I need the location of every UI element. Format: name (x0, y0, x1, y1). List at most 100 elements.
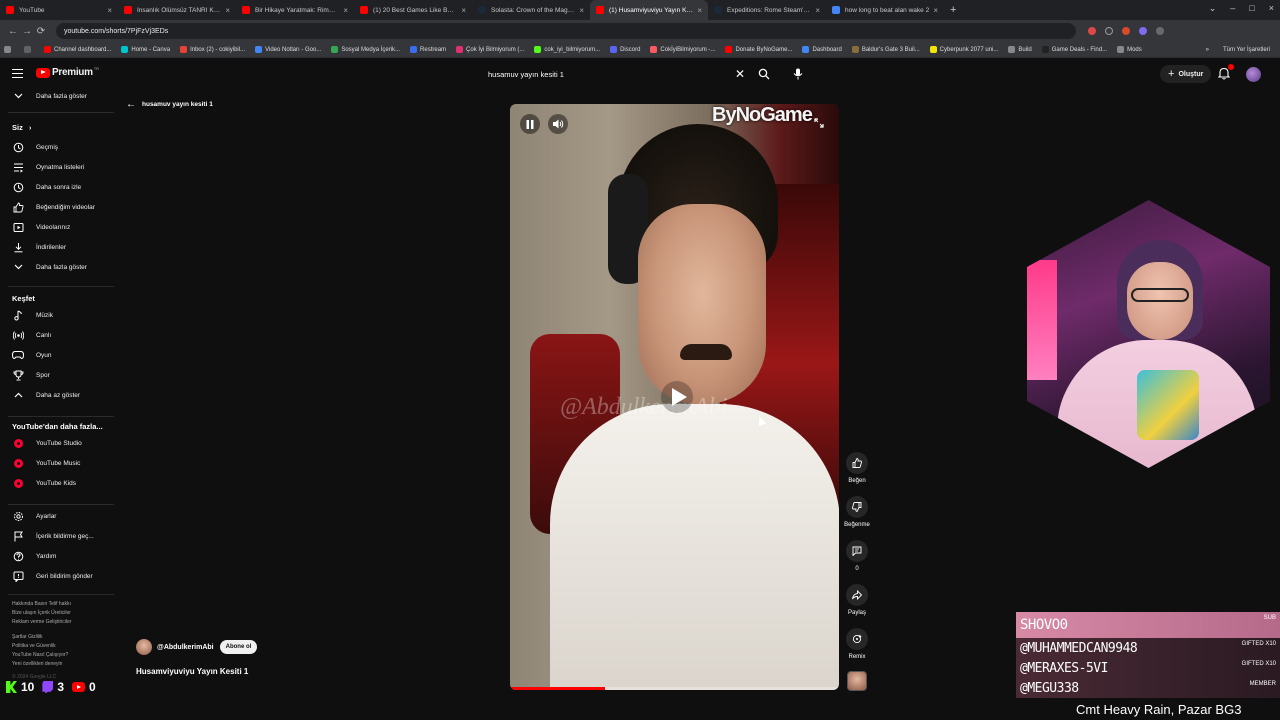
tab-close-icon[interactable]: × (579, 6, 584, 15)
voice-search-button[interactable] (788, 64, 808, 84)
extension-icon[interactable] (1122, 27, 1130, 35)
browser-tab[interactable]: Expeditions: Rome Steam'de % × (708, 0, 826, 20)
subscribe-button[interactable]: Abone ol (219, 640, 258, 654)
extension-icon[interactable] (1105, 27, 1113, 35)
tab-close-icon[interactable]: × (225, 6, 230, 15)
footer-line[interactable]: YouTube Nasıl Çalışıyor? (12, 651, 112, 660)
bookmark-item[interactable]: Cyberpunk 2077 uni... (929, 46, 998, 53)
notifications-button[interactable] (1217, 64, 1234, 85)
tab-search-icon[interactable]: ⌄ (1209, 3, 1217, 14)
new-tab-icon[interactable]: + (950, 4, 956, 16)
pause-button[interactable] (520, 114, 540, 134)
sidebar-item-app-2[interactable]: YouTube Kids (12, 476, 76, 490)
search-input[interactable]: husamuv yayın kesiti 1 (482, 70, 730, 79)
account-avatar[interactable] (1246, 67, 1261, 82)
clear-search-icon[interactable]: ✕ (730, 67, 750, 81)
profile-icon[interactable] (1156, 27, 1164, 35)
search-box[interactable]: husamuv yayın kesiti 1 ✕ (482, 64, 750, 84)
youtube-premium-logo[interactable]: Premium TR (36, 66, 99, 78)
back-to-search-link[interactable]: ← husamuv yayın kesiti 1 (126, 99, 213, 110)
bookmark-item[interactable]: Baldur's Gate 3 Buil... (851, 46, 920, 53)
share-button[interactable]: Paylaş (845, 584, 869, 616)
footer-line[interactable]: Hakkında Basın Telif hakkı (12, 600, 112, 609)
tab-close-icon[interactable]: × (697, 6, 702, 15)
create-button[interactable]: + Oluştur (1160, 65, 1212, 83)
bookmark-item[interactable]: Donate ByNoGame... (725, 46, 792, 53)
bookmark-item[interactable]: Dashboard (802, 46, 842, 53)
bookmarks-more-icon[interactable]: » (1206, 47, 1209, 53)
sound-thumbnail[interactable] (847, 671, 867, 691)
all-bookmarks-link[interactable]: Tüm Yer İşaretleri (1223, 47, 1270, 53)
browser-tab[interactable]: Solasta: Crown of the Magister × (472, 0, 590, 20)
footer-line[interactable]: Şartlar Gizlilik (12, 633, 112, 642)
back-nav-icon[interactable]: ← (6, 26, 20, 37)
browser-tab[interactable]: İnsanlık Ölümsüz TANRI Kralı Ar × (118, 0, 236, 20)
bookmark-item[interactable]: Restream (410, 46, 446, 53)
sidebar-item-like[interactable]: Beğendiğim videolar (12, 200, 95, 214)
bookmark-item[interactable]: Inbox (2) - cokiyibil... (180, 46, 245, 53)
bookmark-item[interactable]: Sosyal Medya İçerik... (331, 46, 400, 53)
search-button[interactable] (754, 64, 774, 84)
sidebar-item-chevron-down[interactable]: Daha fazla göster (12, 260, 87, 274)
bookmark-item[interactable]: Channel dashboard... (44, 46, 111, 53)
footer-line[interactable]: Yeni özellikleri deneyin (12, 660, 112, 669)
url-field[interactable]: youtube.com/shorts/7PjFzVj3EDs (56, 23, 1076, 39)
apps-icon[interactable] (4, 46, 14, 53)
bookmark-item[interactable]: Game Deals - Find... (1041, 46, 1107, 53)
sidebar-item-video[interactable]: Videolarınız (12, 220, 70, 234)
close-window-icon[interactable]: × (1269, 3, 1274, 14)
video-progress-bar[interactable] (510, 687, 839, 690)
channel-name[interactable]: @AbdulkerimAbi (157, 644, 214, 651)
bookmark-item[interactable]: Mods (1117, 46, 1142, 53)
extension-icon[interactable] (1139, 27, 1147, 35)
sidebar-item-gaming[interactable]: Oyun (12, 348, 52, 362)
grid-icon[interactable] (24, 46, 34, 53)
sidebar-item-playlist[interactable]: Oynatma listeleri (12, 160, 84, 174)
extension-icon[interactable] (1088, 27, 1096, 35)
volume-button[interactable] (548, 114, 568, 134)
reload-icon[interactable]: ⟳ (34, 26, 48, 37)
sidebar-item-app-0[interactable]: YouTube Studio (12, 436, 82, 450)
sidebar-item-clock[interactable]: Daha sonra izle (12, 180, 81, 194)
sidebar-item-gear[interactable]: Ayarlar (12, 509, 56, 523)
sidebar-you-heading[interactable]: Siz › (12, 123, 31, 132)
footer-line[interactable]: Reklam verme Geliştiriciler (12, 618, 112, 627)
bookmark-item[interactable]: Home - Canva (121, 46, 170, 53)
footer-line[interactable]: Politika ve Güvenlik (12, 642, 112, 651)
comments-button[interactable]: 0 (845, 540, 869, 572)
menu-icon[interactable] (12, 69, 23, 78)
sidebar-item-live[interactable]: Canlı (12, 328, 51, 342)
sidebar-item-feedback[interactable]: Geri bildirim gönder (12, 569, 93, 583)
remix-button[interactable]: Remix (845, 628, 869, 660)
fullscreen-button[interactable] (812, 116, 826, 130)
bookmark-item[interactable]: cok_iyi_bilmiyorum... (534, 46, 600, 53)
minimize-icon[interactable]: – (1230, 3, 1235, 14)
channel-avatar[interactable] (136, 639, 152, 655)
bookmark-item[interactable]: Build (1008, 46, 1032, 53)
sidebar-item-download[interactable]: İndirilenler (12, 240, 66, 254)
bookmark-item[interactable]: Çok İyi Bilmiyorum (... (456, 46, 524, 53)
dislike-button[interactable]: Beğenme (844, 496, 870, 528)
shorts-video-player[interactable]: ByNoGame @AbdulkerimAbi (510, 104, 839, 690)
sidebar-item-history[interactable]: Geçmiş (12, 140, 58, 154)
browser-tab[interactable]: (1) 20 Best Games Like Baldur's × (354, 0, 472, 20)
sidebar-item-chevron-up[interactable]: Daha az göster (12, 388, 80, 402)
maximize-icon[interactable]: □ (1249, 3, 1254, 14)
tab-close-icon[interactable]: × (933, 6, 938, 15)
browser-tab[interactable]: how long to beat alan wake 2 × (826, 0, 944, 20)
bookmark-item[interactable]: Video Notları - Goo... (255, 46, 321, 53)
like-button[interactable]: Beğen (845, 452, 869, 484)
forward-nav-icon[interactable]: → (20, 26, 34, 37)
browser-tab[interactable]: (1) Husamviyuviyu Yayın Kesiti × (590, 0, 708, 20)
sidebar-more-top[interactable]: Daha fazla göster (12, 89, 87, 103)
footer-line[interactable]: Bize ulaşın İçerik Üreticiler (12, 609, 112, 618)
browser-tab[interactable]: YouTube × (0, 0, 118, 20)
tab-close-icon[interactable]: × (815, 6, 820, 15)
sidebar-item-trophy[interactable]: Spor (12, 368, 50, 382)
sidebar-item-music[interactable]: Müzik (12, 308, 53, 322)
center-play-button[interactable] (660, 380, 694, 414)
browser-tab[interactable]: Bir Hikaye Yaratmak: Rimworld × (236, 0, 354, 20)
sidebar-item-help[interactable]: Yardım (12, 549, 56, 563)
tab-close-icon[interactable]: × (107, 6, 112, 15)
tab-close-icon[interactable]: × (461, 6, 466, 15)
